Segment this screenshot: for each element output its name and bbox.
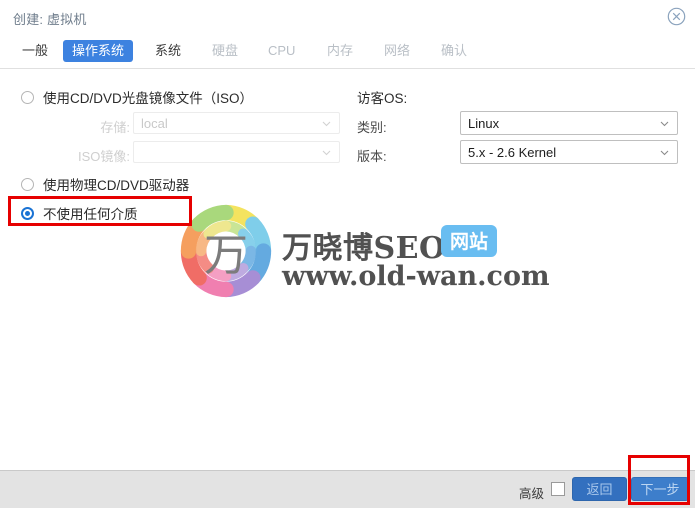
tab-os[interactable]: 操作系统 — [63, 40, 134, 62]
radio-row-physical[interactable]: 使用物理CD/DVD驱动器 — [21, 174, 189, 194]
os-version-select-value: 5.x - 2.6 Kernel — [468, 144, 557, 160]
create-vm-dialog: 创建: 虚拟机 一般 操作系统 系统 硬盘 CPU 内存 网络 确认 使用CD/… — [0, 0, 695, 508]
iso-image-label: ISO镜像: — [77, 149, 130, 164]
advanced-label: 高级 — [518, 487, 544, 501]
chevron-down-icon — [659, 147, 670, 158]
advanced-checkbox[interactable] — [551, 482, 565, 496]
dialog-content: 使用CD/DVD光盘镜像文件（ISO） 存储: local ISO镜像: 使用物… — [0, 69, 695, 470]
radio-no-media[interactable] — [21, 206, 34, 220]
iso-image-select[interactable] — [133, 141, 340, 163]
next-button[interactable]: 下一步 — [631, 477, 689, 501]
tab-system[interactable]: 系统 — [146, 40, 190, 62]
dialog-titlebar: 创建: 虚拟机 — [0, 0, 695, 34]
os-version-select[interactable]: 5.x - 2.6 Kernel — [460, 140, 678, 164]
tab-disk[interactable]: 硬盘 — [203, 40, 247, 62]
os-type-select-value: Linux — [468, 115, 500, 131]
os-version-label: 版本: — [357, 149, 387, 164]
radio-iso[interactable] — [21, 90, 34, 104]
storage-select-value: local — [141, 115, 168, 131]
radio-physical-drive-label: 使用物理CD/DVD驱动器 — [43, 178, 190, 193]
tab-network[interactable]: 网络 — [375, 40, 419, 62]
radio-iso-label: 使用CD/DVD光盘镜像文件（ISO） — [43, 91, 254, 106]
os-type-label: 类别: — [357, 120, 387, 135]
os-type-select[interactable]: Linux — [460, 111, 678, 135]
storage-select[interactable]: local — [133, 112, 340, 134]
chevron-down-icon — [321, 147, 332, 158]
storage-label: 存储: — [100, 120, 130, 135]
tab-memory[interactable]: 内存 — [318, 40, 362, 62]
dialog-title: 创建: 虚拟机 — [13, 12, 87, 27]
tab-general[interactable]: 一般 — [13, 40, 57, 62]
dialog-footer: 高级 返回 下一步 — [0, 470, 695, 508]
guest-os-section-label: 访客OS: — [357, 91, 408, 106]
tab-cpu[interactable]: CPU — [259, 40, 304, 62]
radio-no-media-label: 不使用任何介质 — [43, 207, 138, 222]
radio-physical-drive[interactable] — [21, 177, 34, 191]
close-icon[interactable] — [667, 7, 686, 26]
chevron-down-icon — [321, 118, 332, 129]
radio-row-no-media[interactable]: 不使用任何介质 — [21, 203, 138, 223]
chevron-down-icon — [659, 118, 670, 129]
tab-confirm[interactable]: 确认 — [432, 40, 476, 62]
tab-bar: 一般 操作系统 系统 硬盘 CPU 内存 网络 确认 — [0, 34, 695, 68]
back-button[interactable]: 返回 — [572, 477, 627, 501]
radio-row-iso[interactable]: 使用CD/DVD光盘镜像文件（ISO） — [21, 87, 253, 107]
